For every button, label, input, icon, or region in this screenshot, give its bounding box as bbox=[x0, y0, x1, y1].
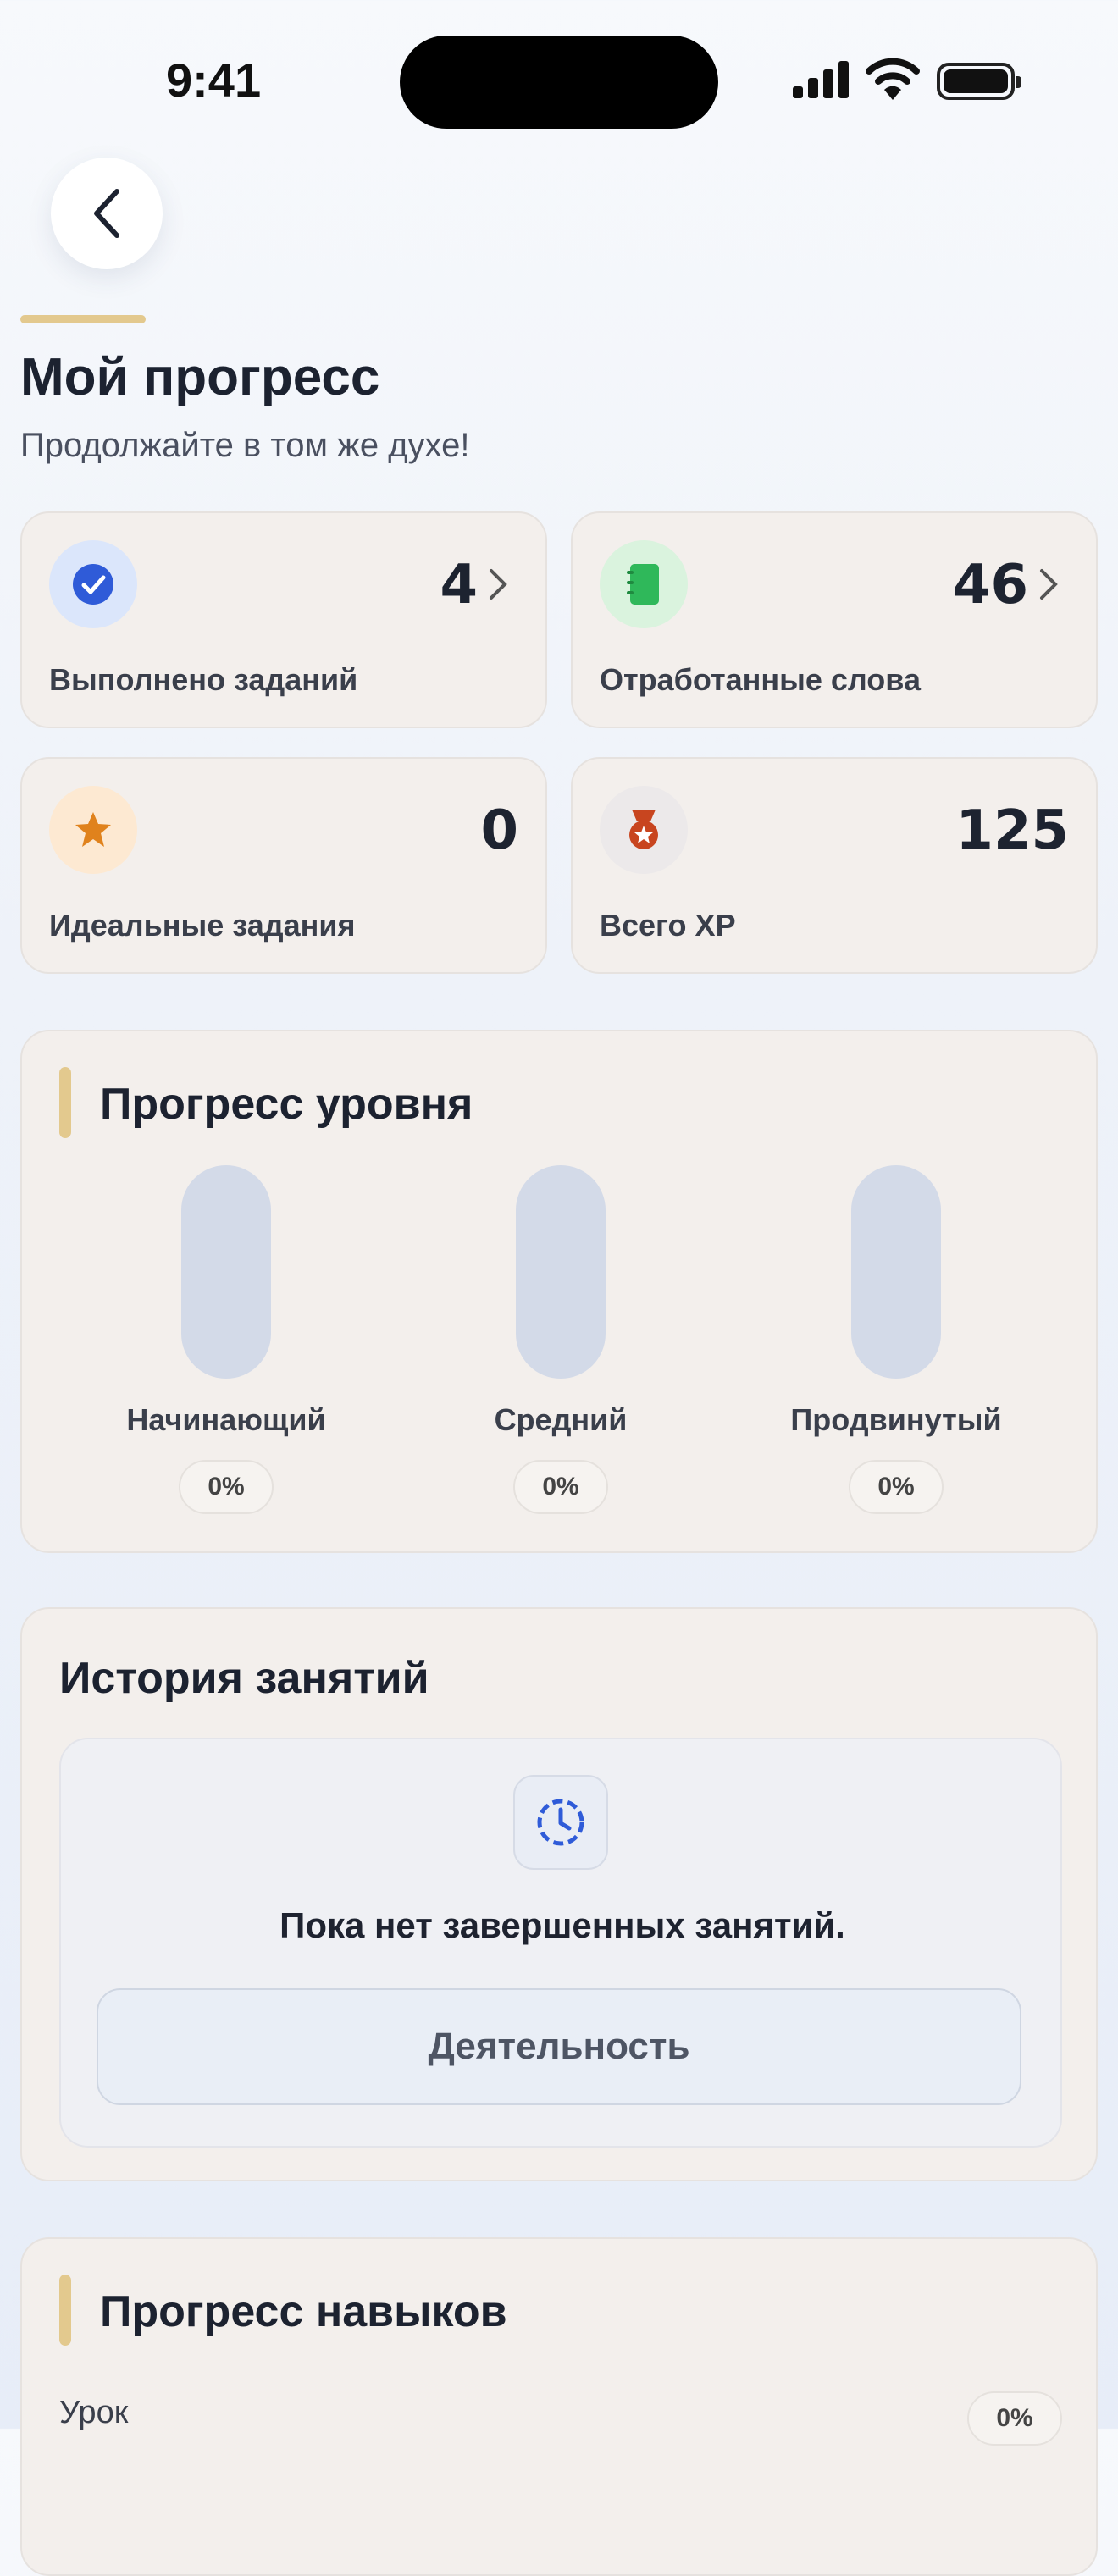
history-empty-panel: Пока нет завершенных занятий. Деятельнос… bbox=[59, 1738, 1062, 2148]
section-title: История занятий bbox=[59, 1654, 429, 1703]
level-percent: 0% bbox=[179, 1460, 274, 1514]
level-bar-advanced bbox=[851, 1165, 941, 1379]
wifi-icon bbox=[866, 56, 920, 102]
level-label: Средний bbox=[494, 1402, 628, 1437]
chevron-left-icon bbox=[94, 189, 119, 238]
back-button[interactable] bbox=[51, 158, 163, 269]
page-subtitle: Продолжайте в том же духе! bbox=[20, 427, 470, 464]
check-circle-icon bbox=[49, 540, 137, 628]
title-accent-line bbox=[20, 315, 146, 323]
dynamic-island bbox=[400, 36, 718, 129]
stat-card-total-xp: 125 Всего XP bbox=[571, 757, 1098, 974]
notebook-icon bbox=[600, 540, 688, 628]
battery-icon bbox=[937, 63, 1021, 100]
section-title: Прогресс уровня bbox=[100, 1080, 473, 1129]
activity-history-card: История занятий Пока нет завершенных зан… bbox=[20, 1607, 1098, 2181]
chevron-right-icon bbox=[1040, 569, 1058, 600]
level-label: Начинающий bbox=[126, 1402, 326, 1437]
section-accent bbox=[59, 2275, 71, 2346]
stat-label: Идеальные задания bbox=[49, 908, 356, 943]
medal-icon bbox=[600, 786, 688, 874]
section-title: Прогресс навыков bbox=[100, 2287, 507, 2336]
level-percent: 0% bbox=[513, 1460, 608, 1514]
stat-value: 125 bbox=[955, 799, 1069, 862]
cellular-signal-icon bbox=[793, 59, 850, 98]
level-percent: 0% bbox=[849, 1460, 944, 1514]
star-icon bbox=[49, 786, 137, 874]
stat-card-completed-tasks[interactable]: 4 Выполнено заданий bbox=[20, 511, 547, 728]
level-bar-beginner bbox=[181, 1165, 271, 1379]
page-title: Мой прогресс bbox=[20, 348, 380, 406]
empty-history-message: Пока нет завершенных занятий. bbox=[280, 1905, 845, 1945]
stat-label: Выполнено заданий bbox=[49, 662, 358, 697]
chevron-right-icon bbox=[490, 569, 507, 600]
stat-value: 4 bbox=[440, 554, 478, 616]
level-label: Продвинутый bbox=[790, 1402, 1002, 1437]
stat-label: Отработанные слова bbox=[600, 662, 921, 697]
clock-history-icon bbox=[513, 1775, 608, 1870]
stat-card-practiced-words[interactable]: 46 Отработанные слова bbox=[571, 511, 1098, 728]
level-progress-card: Прогресс уровня Начинающий 0% Средний 0%… bbox=[20, 1030, 1098, 1553]
stat-value: 0 bbox=[480, 799, 518, 862]
skills-progress-card: Прогресс навыков Урок 0% bbox=[20, 2237, 1098, 2576]
skill-row-label: Урок bbox=[59, 2395, 129, 2430]
status-time: 9:41 bbox=[166, 53, 262, 107]
stat-value: 46 bbox=[952, 554, 1028, 616]
section-accent bbox=[59, 1067, 71, 1138]
activity-button[interactable]: Деятельность bbox=[97, 1988, 1021, 2105]
skill-row-percent: 0% bbox=[967, 2391, 1062, 2446]
stat-label: Всего XP bbox=[600, 908, 736, 943]
stat-card-perfect-tasks: 0 Идеальные задания bbox=[20, 757, 547, 974]
level-bar-intermediate bbox=[516, 1165, 606, 1379]
